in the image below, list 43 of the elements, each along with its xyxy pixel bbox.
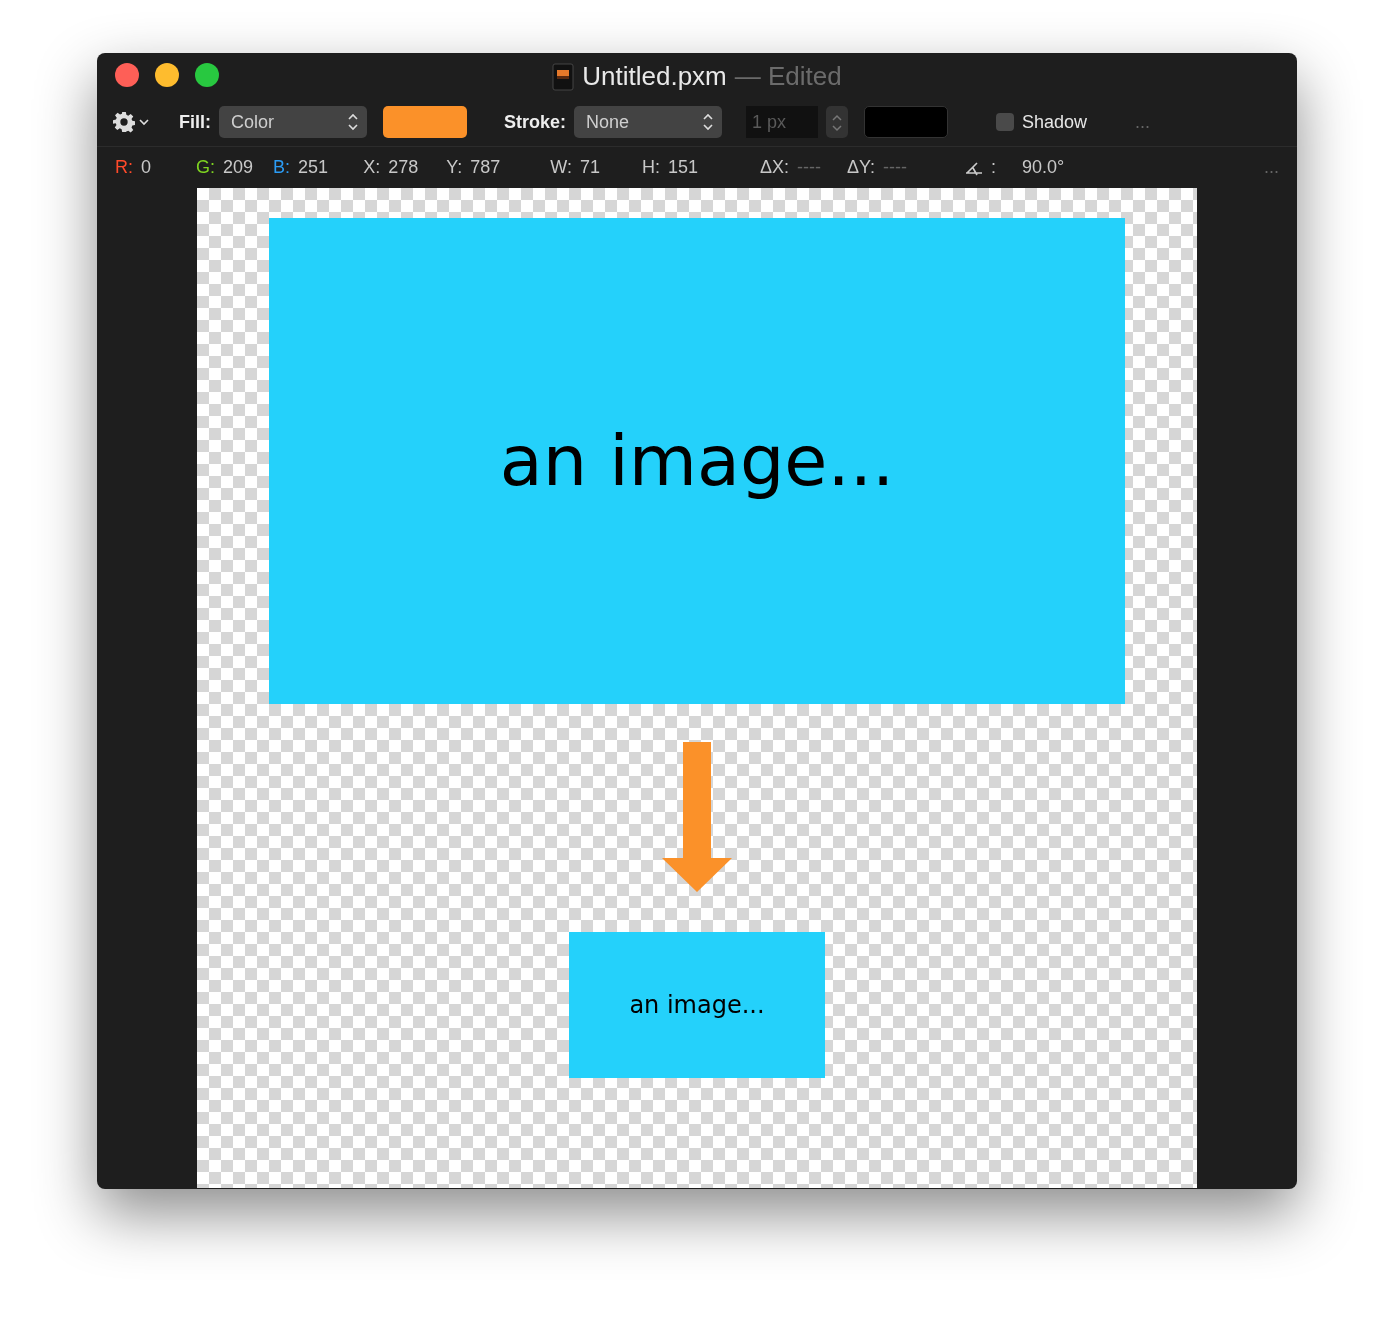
info-value: 0 [141, 156, 151, 179]
fill-label: Fill: [179, 110, 211, 134]
info-value: 71 [579, 156, 600, 179]
info-value: 209 [223, 156, 254, 179]
info-label: H: [641, 156, 660, 179]
info-label: B: [273, 156, 291, 179]
info-label: R: [115, 156, 133, 179]
window-title: Untitled.pxm [582, 60, 727, 93]
close-button[interactable] [115, 63, 139, 87]
stroke-width-stepper[interactable] [826, 106, 848, 138]
info-value: 90.0° [1022, 156, 1065, 179]
info-value: 251 [298, 156, 329, 179]
stroke-color-swatch[interactable] [864, 106, 948, 138]
up-down-chevron-icon [702, 111, 714, 133]
info-label: Y: [446, 156, 463, 179]
fill-type-select[interactable]: Color [219, 106, 367, 138]
info-value: 151 [667, 156, 698, 179]
fill-color-swatch[interactable] [383, 106, 467, 138]
info-value: 787 [470, 156, 501, 179]
info-label: ΔY: [847, 156, 876, 179]
caret-icon [139, 118, 149, 126]
stroke-width-field[interactable]: 1 px [746, 106, 818, 138]
info-label: : [991, 156, 997, 179]
minimize-button[interactable] [155, 63, 179, 87]
shape-text: an image... [629, 990, 765, 1021]
info-label: ΔX: [760, 156, 790, 179]
stroke-label: Stroke: [504, 110, 566, 134]
shadow-label: Shadow [1022, 110, 1088, 134]
edited-status: — Edited [734, 60, 842, 93]
info-value: ---- [883, 156, 908, 179]
stroke-type-select[interactable]: None [574, 106, 722, 138]
gear-icon [113, 111, 135, 133]
info-label: G: [196, 156, 216, 179]
info-value: ---- [797, 156, 822, 179]
zoom-button[interactable] [195, 63, 219, 87]
shape-text: an image... [499, 418, 895, 504]
info-label: W: [550, 156, 572, 179]
up-down-chevron-icon [347, 111, 359, 133]
info-value: 278 [388, 156, 419, 179]
info-label: X: [363, 156, 381, 179]
document-icon [552, 62, 575, 91]
angle-icon [965, 159, 984, 176]
shadow-checkbox[interactable] [996, 113, 1014, 131]
